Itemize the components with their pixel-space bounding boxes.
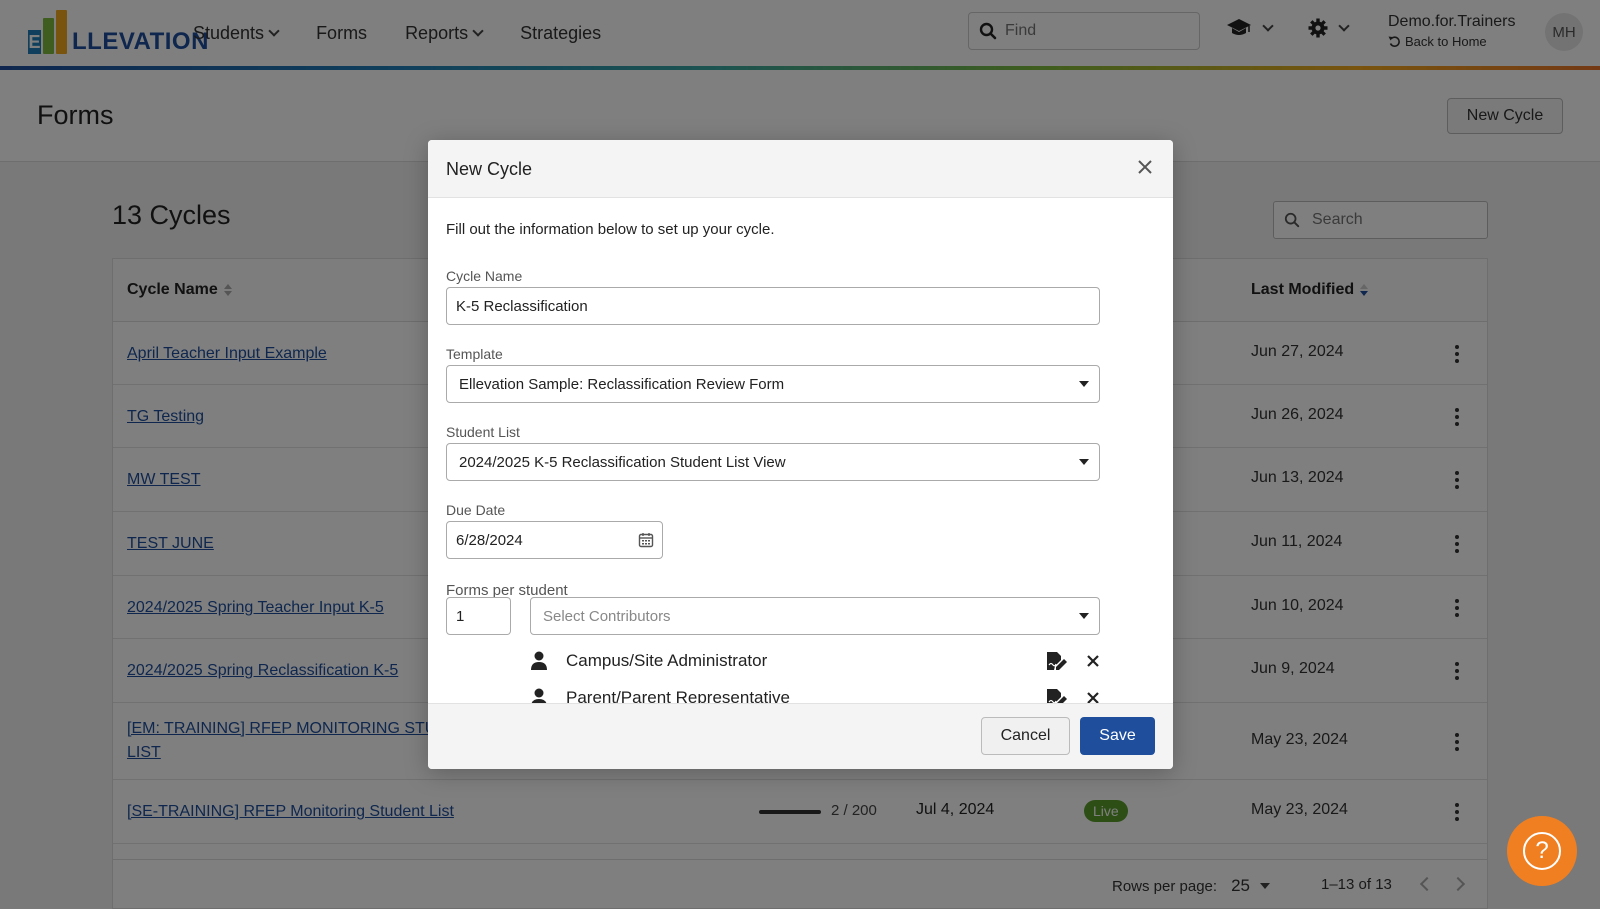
save-button[interactable]: Save <box>1080 717 1155 755</box>
caret-down-icon <box>1079 613 1089 619</box>
caret-down-icon <box>1079 381 1089 387</box>
help-button[interactable]: ? <box>1507 816 1577 886</box>
cancel-button[interactable]: Cancel <box>981 717 1070 755</box>
new-cycle-modal: New Cycle Fill out the information below… <box>428 140 1173 769</box>
due-date-value: 6/28/2024 <box>456 531 523 549</box>
template-label: Template <box>446 346 503 362</box>
close-icon[interactable] <box>1086 654 1100 668</box>
close-icon <box>1138 160 1152 174</box>
student-list-label: Student List <box>446 424 520 440</box>
contributors-select[interactable]: Select Contributors <box>530 597 1100 635</box>
close-icon[interactable] <box>1086 691 1100 703</box>
cycle-name-input[interactable] <box>447 297 1099 315</box>
modal-body: Fill out the information below to set up… <box>428 198 1173 703</box>
person-icon <box>531 688 547 703</box>
edit-document-icon[interactable] <box>1046 651 1068 671</box>
close-button[interactable] <box>1133 155 1157 179</box>
contributor-name: Campus/Site Administrator <box>566 651 768 670</box>
person-icon <box>531 651 547 670</box>
caret-down-icon <box>1079 459 1089 465</box>
contributor-item: Parent/Parent Representative <box>530 683 1100 703</box>
cycle-name-field[interactable] <box>446 287 1100 325</box>
forms-per-student-input[interactable]: 1 <box>446 597 511 635</box>
student-list-select[interactable]: 2024/2025 K-5 Reclassification Student L… <box>446 443 1100 481</box>
cycle-name-label: Cycle Name <box>446 268 523 284</box>
template-select[interactable]: Ellevation Sample: Reclassification Revi… <box>446 365 1100 403</box>
contributor-item: Campus/Site Administrator <box>530 646 1100 676</box>
modal-header: New Cycle <box>428 140 1173 198</box>
question-icon: ? <box>1523 832 1561 870</box>
calendar-icon[interactable] <box>638 532 654 548</box>
edit-document-icon[interactable] <box>1046 688 1068 703</box>
student-list-value: 2024/2025 K-5 Reclassification Student L… <box>459 453 786 471</box>
contributors-placeholder: Select Contributors <box>543 607 671 625</box>
template-value: Ellevation Sample: Reclassification Revi… <box>459 375 785 393</box>
due-date-label: Due Date <box>446 502 506 518</box>
modal-title: New Cycle <box>446 159 533 179</box>
modal-footer: Cancel Save <box>428 703 1173 769</box>
contributor-name: Parent/Parent Representative <box>566 688 790 703</box>
due-date-field[interactable]: 6/28/2024 <box>446 521 663 559</box>
modal-intro: Fill out the information below to set up… <box>446 221 775 238</box>
